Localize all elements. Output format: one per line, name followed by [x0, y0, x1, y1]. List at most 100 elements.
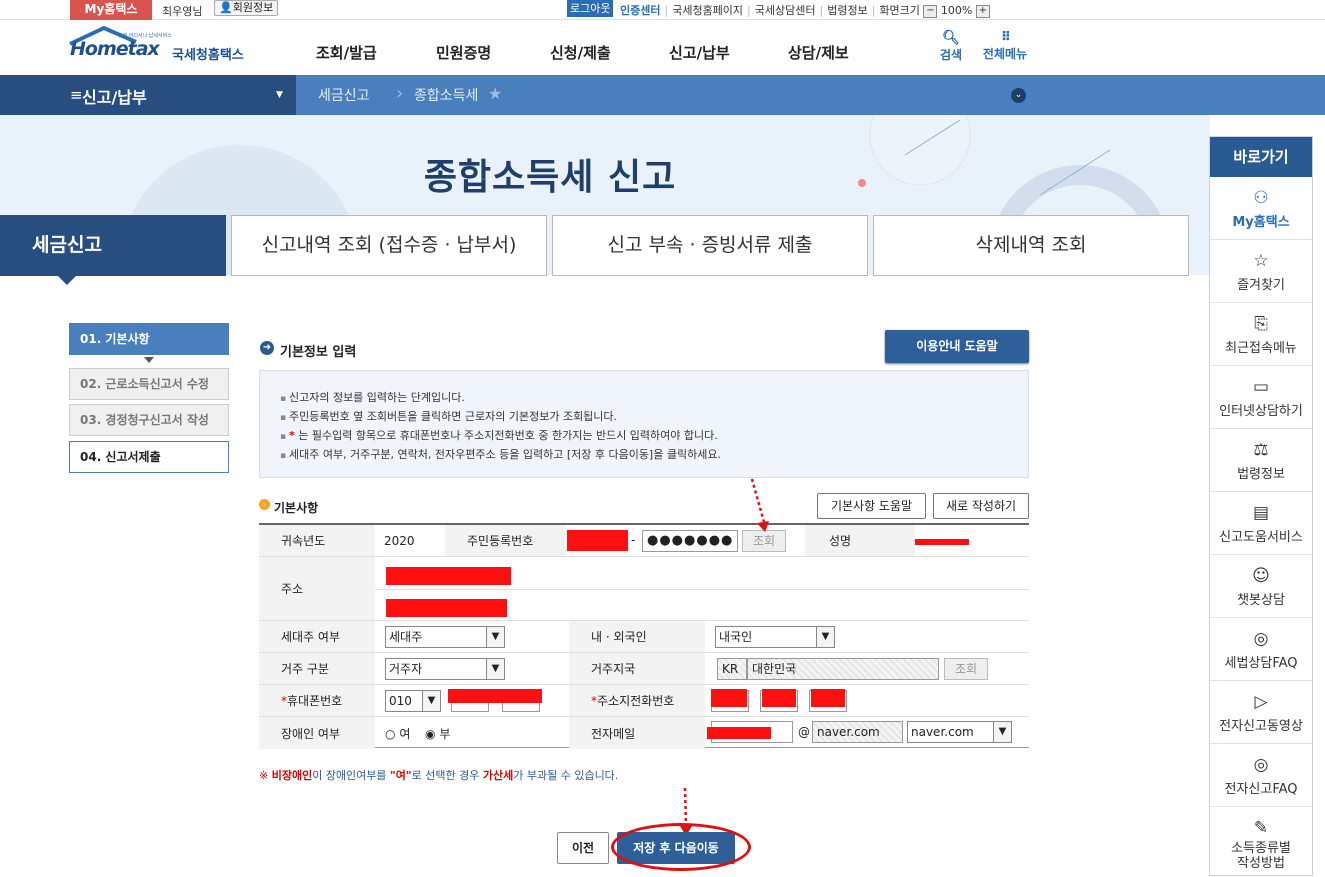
- household-head-label: 세대주 여부: [259, 621, 375, 652]
- notice-part: 가 부과될 수 있습니다.: [513, 769, 619, 782]
- quick-chatbot[interactable]: ☺ 챗봇상담: [1210, 555, 1312, 618]
- email-label: 전자메일: [569, 717, 705, 749]
- nts-homepage-link[interactable]: 국세청홈페이지: [672, 4, 743, 17]
- email-domain-field[interactable]: naver.com: [812, 721, 903, 743]
- star-icon[interactable]: ★: [488, 84, 502, 103]
- hometax-logo[interactable]: 언제 어디서나 납세서비스 Hometax 국세청홈택스: [68, 26, 258, 72]
- notice-mark: ※: [259, 769, 269, 782]
- mobile-prefix-select[interactable]: 010 ▼: [385, 690, 441, 712]
- nationality-select[interactable]: 내국인 ▼: [715, 626, 835, 648]
- member-info-button[interactable]: 👤회원정보: [214, 0, 279, 16]
- redacted-phone-3: [811, 689, 845, 707]
- rrn-dash: -: [631, 533, 636, 547]
- redacted-phone-2: [762, 689, 796, 707]
- country-lookup-button[interactable]: 조회: [944, 658, 988, 680]
- disabled-no-radio[interactable]: ◉ 부: [425, 725, 450, 742]
- header-search-button[interactable]: 🔍︎ 검색: [936, 30, 966, 63]
- my-hometax-link[interactable]: My홈택스: [70, 0, 152, 20]
- rrn-label: 주민등록번호: [445, 525, 565, 556]
- disabled-yes-radio[interactable]: ○ 여: [385, 725, 410, 742]
- nav-report-payment[interactable]: 신고/납부: [669, 42, 730, 63]
- section-title: 기본정보 입력: [280, 345, 357, 360]
- breadcrumb-tax-report[interactable]: 세금신고: [318, 85, 370, 105]
- rrn-back-field[interactable]: ●●●●●●●: [642, 530, 738, 552]
- email-domain-select[interactable]: naver.com ▼: [907, 721, 1012, 743]
- quick-report-help[interactable]: ▤ 신고도움서비스: [1210, 492, 1312, 555]
- rrn-lookup-button[interactable]: 조회: [742, 530, 786, 552]
- household-head-select[interactable]: 세대주 ▼: [385, 626, 505, 648]
- star-icon: ☆: [1253, 251, 1269, 271]
- chat-icon: ◎: [1253, 755, 1269, 775]
- help-guide-button[interactable]: 이용안내 도움말: [885, 330, 1029, 363]
- form-row: 거주 구분 거주자 ▼ 거주지국 KR 대한민국 조회: [259, 653, 1029, 685]
- logout-button[interactable]: 로그아웃: [567, 0, 614, 17]
- step-submit[interactable]: 04. 신고서제출: [69, 441, 229, 473]
- notice-bold: "여": [390, 769, 412, 782]
- quick-taxlaw-faq[interactable]: ◎ 세법상담FAQ: [1210, 618, 1312, 681]
- new-write-button[interactable]: 새로 작성하기: [933, 493, 1029, 519]
- nav-certificate[interactable]: 민원증명: [436, 42, 491, 63]
- nav-consult[interactable]: 상담/제보: [788, 42, 849, 63]
- residence-type-select[interactable]: 거주자 ▼: [385, 658, 505, 680]
- step-basic-info[interactable]: 01. 기본사항: [69, 323, 229, 355]
- hamburger-icon: ≡: [70, 86, 83, 104]
- chevron-down-icon: ▼: [422, 691, 440, 711]
- redacted-mobile: [448, 689, 542, 703]
- consult-center-link[interactable]: 국세상담센터: [755, 4, 816, 17]
- basic-help-button[interactable]: 기본사항 도움말: [817, 493, 926, 519]
- tab-tax-report[interactable]: 세금신고: [0, 215, 226, 276]
- annotation-circle: [611, 823, 751, 871]
- redacted-rrn-front: [567, 530, 628, 551]
- gavel-icon: ⚖: [1253, 440, 1269, 460]
- law-info-link[interactable]: 법령정보: [827, 4, 867, 17]
- home-phone-label: * 주소지전화번호: [569, 685, 705, 716]
- tab-attachment-submit[interactable]: 신고 부속 · 증빙서류 제출: [552, 215, 868, 276]
- radio-label: 부: [439, 727, 451, 741]
- step-wage-income[interactable]: 02. 근로소득신고서 수정: [69, 368, 229, 400]
- all-menu-button[interactable]: ⠿ 전체메뉴: [978, 30, 1032, 62]
- quick-label: 전자신고동영상: [1219, 719, 1303, 734]
- tab-deleted-history[interactable]: 삭제내역 조회: [873, 215, 1189, 276]
- zoom-out-button[interactable]: −: [923, 4, 938, 18]
- chevron-down-icon[interactable]: ⌄: [1011, 88, 1026, 103]
- redacted-email: [707, 727, 771, 739]
- search-label: 검색: [939, 48, 963, 62]
- quick-online-consult[interactable]: ▭ 인터넷상담하기: [1210, 366, 1312, 429]
- step-correction-claim[interactable]: 03. 경정청구신고서 작성: [69, 404, 229, 436]
- search-icon: 🔍︎: [942, 30, 960, 46]
- radio-label: 여: [399, 727, 411, 741]
- quick-law-info[interactable]: ⚖ 법령정보: [1210, 429, 1312, 492]
- step-pointer: [144, 357, 154, 363]
- breadcrumb-income-tax[interactable]: 종합소득세: [414, 85, 478, 105]
- info-line: 세대주 여부, 거주구분, 연락처, 전자우편주소 등을 입력하고 [저장 후 …: [280, 446, 1028, 465]
- year-label: 귀속년도: [259, 525, 375, 556]
- nav-application[interactable]: 신청/제출: [550, 42, 611, 63]
- quick-favorites[interactable]: ☆ 즐겨찾기: [1210, 240, 1312, 303]
- quick-menu: 바로가기 ⚇ My홈택스 ☆ 즐겨찾기 ⎘ 최근접속메뉴 ▭ 인터넷상담하기 ⚖ 법령정보…: [1209, 136, 1313, 876]
- quick-writing-guide[interactable]: ✎ 소득종류별 작성방법: [1210, 807, 1312, 877]
- quick-video[interactable]: ▷ 전자신고동영상: [1210, 681, 1312, 744]
- all-menu-label: 전체메뉴: [982, 47, 1028, 61]
- quick-label: 법령정보: [1237, 467, 1285, 482]
- zoom-in-button[interactable]: +: [975, 4, 990, 18]
- redacted-name: [915, 539, 969, 545]
- quick-my-hometax[interactable]: ⚇ My홈택스: [1210, 177, 1312, 240]
- cert-center-link[interactable]: 인증센터: [620, 4, 660, 17]
- address-divider: [375, 589, 1029, 590]
- page-title: 종합소득세 신고: [423, 157, 677, 198]
- residence-type-label: 거주 구분: [259, 653, 375, 684]
- notice-bold: 가산세: [482, 769, 514, 782]
- chevron-down-icon: ▼: [816, 627, 834, 647]
- nav-inquiry[interactable]: 조회/발급: [316, 42, 377, 63]
- mobile-label: * 휴대폰번호: [259, 685, 375, 716]
- monitor-icon: ▭: [1252, 377, 1270, 397]
- bullet-icon: ›: [259, 499, 270, 510]
- info-line: 신고자의 정보를 입력하는 단계입니다.: [280, 389, 1028, 408]
- menu-selector[interactable]: ≡ 신고/납부 ▼: [0, 75, 296, 115]
- quick-efiling-faq[interactable]: ◎ 전자신고FAQ: [1210, 744, 1312, 807]
- top-links: 인증센터 | 국세청홈페이지 | 국세상담센터 | 법령정보 | 화면크기 − 100% +: [620, 2, 990, 18]
- tab-report-history[interactable]: 신고내역 조회 (접수증 · 납부서): [231, 215, 547, 276]
- quick-recent-menu[interactable]: ⎘ 최근접속메뉴: [1210, 303, 1312, 366]
- prev-button[interactable]: 이전: [557, 832, 609, 864]
- logo-name: 국세청홈택스: [172, 48, 244, 63]
